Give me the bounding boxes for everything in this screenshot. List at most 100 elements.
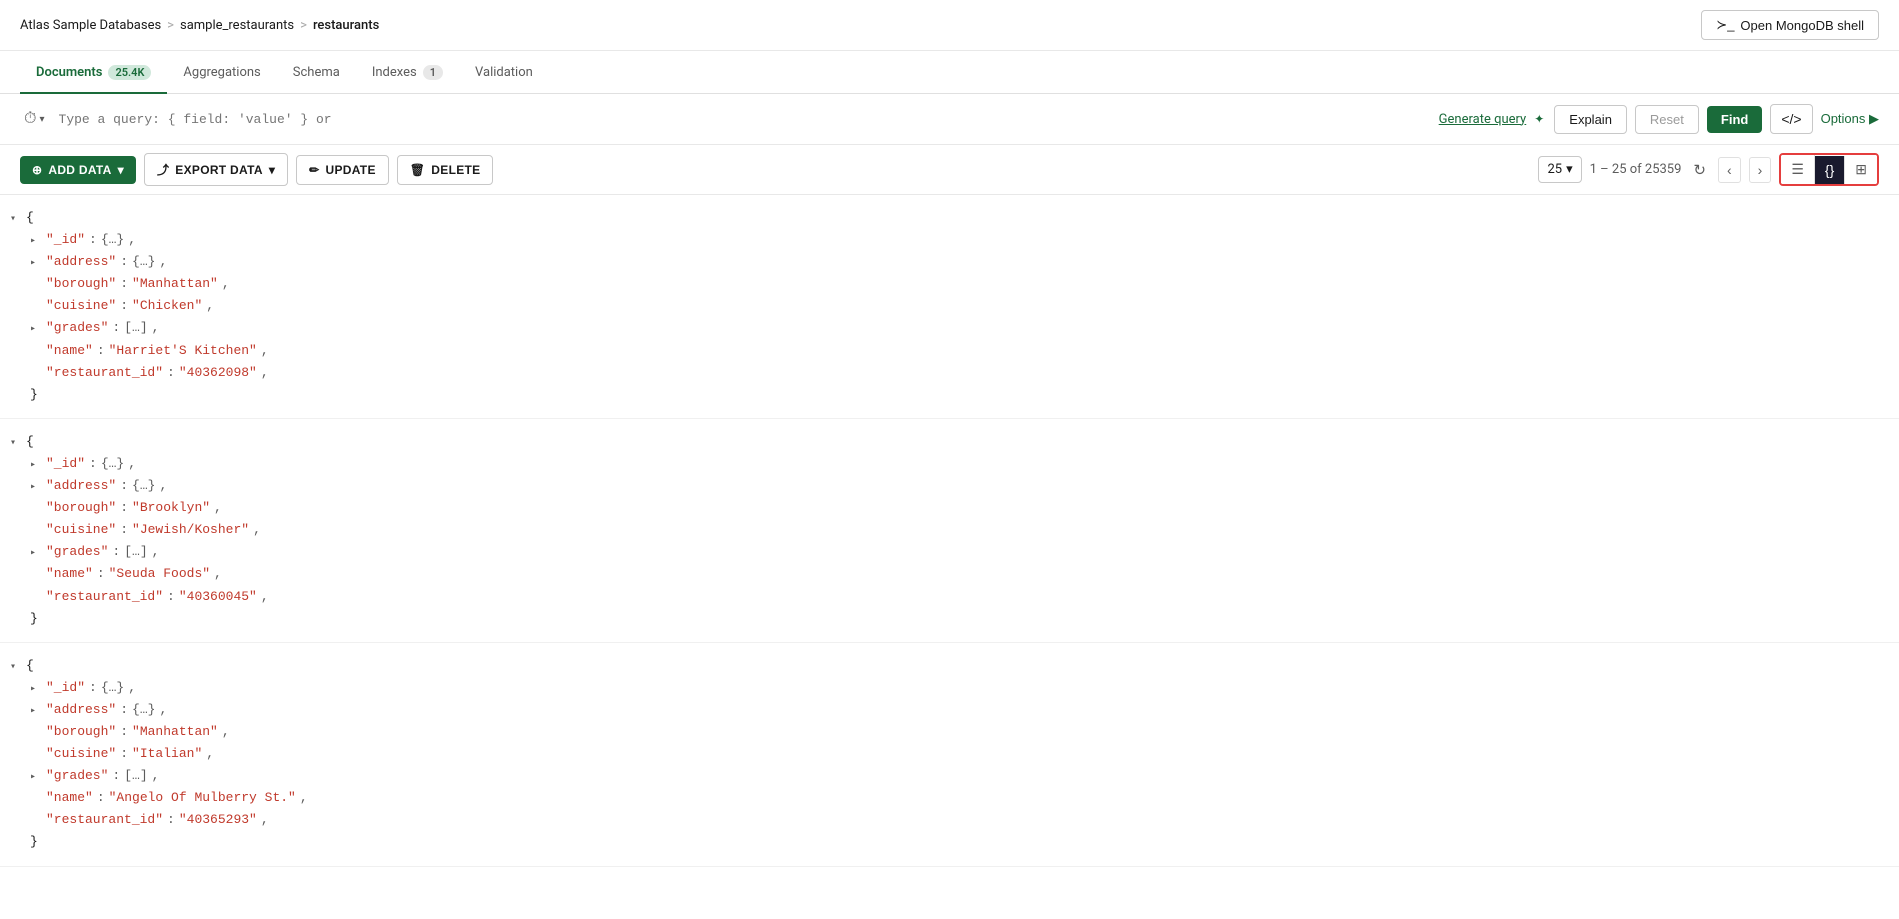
- breadcrumb-item-atlas[interactable]: Atlas Sample Databases: [20, 18, 161, 33]
- field-collapse-arrow[interactable]: ▸: [30, 479, 42, 496]
- table-icon: ⊞: [1855, 161, 1867, 177]
- doc-top-brace: ▾ {: [10, 431, 1879, 453]
- list-item: ▸ "grades": […],: [10, 317, 1879, 339]
- chevron-down-icon: ▾: [269, 163, 275, 177]
- field-collapse-arrow[interactable]: ▸: [30, 255, 42, 272]
- list-item: "cuisine": "Italian",: [10, 743, 1879, 765]
- list-item: ▸ "_id": {…},: [10, 453, 1879, 475]
- query-input[interactable]: [59, 112, 1431, 127]
- update-button[interactable]: ✏ UPDATE: [296, 155, 389, 185]
- list-item: "name": "Seuda Foods",: [10, 563, 1879, 585]
- table-row: ▾ { ▸ "_id": {…}, ▸ "address": {…}, "bor…: [0, 643, 1899, 867]
- list-item: "borough": "Manhattan",: [10, 721, 1879, 743]
- list-item: ▸ "address": {…},: [10, 475, 1879, 497]
- pagination-controls: 25 ▾ 1 – 25 of 25359 ↻ ‹ ›: [1538, 156, 1771, 183]
- field-collapse-arrow[interactable]: ▸: [30, 703, 42, 720]
- table-row: ▾ { ▸ "_id": {…}, ▸ "address": {…}, "bor…: [0, 419, 1899, 643]
- breadcrumb-sep-1: >: [167, 18, 174, 33]
- query-history-button[interactable]: ⏱ ▾: [20, 106, 49, 132]
- page-info: 1 – 25 of 25359: [1590, 162, 1682, 177]
- doc-top-brace: ▾ {: [10, 207, 1879, 229]
- collapse-arrow[interactable]: ▾: [10, 435, 22, 452]
- query-actions: Explain Reset Find </> Options ▶: [1554, 104, 1879, 134]
- field-collapse-arrow[interactable]: ▸: [30, 233, 42, 250]
- code-view-button[interactable]: </>: [1770, 104, 1812, 134]
- field-collapse-arrow[interactable]: ▸: [30, 545, 42, 562]
- list-item: ▸ "grades": […],: [10, 765, 1879, 787]
- chevron-down-icon: ▾: [1566, 162, 1573, 177]
- tab-documents[interactable]: Documents 25.4K: [20, 51, 167, 94]
- code-icon: </>: [1781, 111, 1801, 127]
- export-icon: ⤴: [157, 161, 169, 178]
- page-size-select[interactable]: 25 ▾: [1538, 156, 1581, 183]
- list-item: "restaurant_id": "40365293",: [10, 809, 1879, 831]
- collapse-arrow[interactable]: ▾: [10, 659, 22, 676]
- breadcrumb-item-sample-restaurants[interactable]: sample_restaurants: [180, 18, 294, 33]
- trash-icon: 🗑: [410, 163, 426, 177]
- list-item: ▸ "address": {…},: [10, 251, 1879, 273]
- tab-indexes[interactable]: Indexes 1: [356, 51, 459, 94]
- field-collapse-arrow[interactable]: ▸: [30, 321, 42, 338]
- add-data-button[interactable]: ⊕ ADD DATA ▾: [20, 156, 136, 184]
- chevron-down-icon: ▾: [118, 163, 124, 177]
- list-item: "restaurant_id": "40360045",: [10, 586, 1879, 608]
- list-item: "name": "Angelo Of Mulberry St.",: [10, 787, 1879, 809]
- json-icon: {}: [1825, 162, 1834, 178]
- refresh-button[interactable]: ↻: [1689, 157, 1710, 183]
- field-collapse-arrow[interactable]: ▸: [30, 681, 42, 698]
- plus-icon: ⊕: [32, 163, 42, 177]
- doc-close-brace: }: [10, 831, 1879, 853]
- document-list: ▾ { ▸ "_id": {…}, ▸ "address": {…}, "bor…: [0, 195, 1899, 894]
- list-item: "restaurant_id": "40362098",: [10, 362, 1879, 384]
- doc-close-brace: }: [10, 608, 1879, 630]
- toolbar: ⊕ ADD DATA ▾ ⤴ EXPORT DATA ▾ ✏ UPDATE 🗑 …: [0, 145, 1899, 195]
- pencil-icon: ✏: [309, 163, 319, 177]
- list-item: "cuisine": "Chicken",: [10, 295, 1879, 317]
- list-item: ▸ "grades": […],: [10, 541, 1879, 563]
- breadcrumb-bar: Atlas Sample Databases > sample_restaura…: [0, 0, 1899, 51]
- list-item: "borough": "Manhattan",: [10, 273, 1879, 295]
- export-data-button[interactable]: ⤴ EXPORT DATA ▾: [144, 153, 288, 186]
- breadcrumb-item-restaurants: restaurants: [313, 18, 379, 33]
- chevron-left-icon: ‹: [1727, 162, 1732, 178]
- list-item: "borough": "Brooklyn",: [10, 497, 1879, 519]
- open-mongodb-shell-button[interactable]: ≻_ Open MongoDB shell: [1701, 10, 1879, 40]
- query-input-wrap: Generate query ✦: [59, 112, 1545, 127]
- tabs-bar: Documents 25.4K Aggregations Schema Inde…: [0, 51, 1899, 94]
- json-view-button[interactable]: {}: [1815, 156, 1845, 184]
- list-item: "name": "Harriet'S Kitchen",: [10, 340, 1879, 362]
- clock-icon: ⏱: [24, 110, 36, 128]
- list-view-button[interactable]: ☰: [1781, 155, 1815, 184]
- generate-query-link[interactable]: Generate query: [1439, 112, 1527, 127]
- list-item: "cuisine": "Jewish/Kosher",: [10, 519, 1879, 541]
- tab-schema[interactable]: Schema: [277, 51, 356, 94]
- field-collapse-arrow[interactable]: ▸: [30, 769, 42, 786]
- list-item: ▸ "address": {…},: [10, 699, 1879, 721]
- chevron-down-icon: ▾: [39, 114, 44, 125]
- list-icon: ☰: [1791, 161, 1804, 177]
- doc-close-brace: }: [10, 384, 1879, 406]
- tab-validation[interactable]: Validation: [459, 51, 549, 94]
- doc-top-brace: ▾ {: [10, 655, 1879, 677]
- delete-button[interactable]: 🗑 DELETE: [397, 155, 494, 185]
- find-button[interactable]: Find: [1707, 106, 1762, 133]
- terminal-icon: ≻_: [1716, 17, 1734, 33]
- sparkle-icon: ✦: [1534, 112, 1544, 126]
- chevron-right-icon: ›: [1758, 162, 1763, 178]
- view-toggle: ☰ {} ⊞: [1779, 153, 1879, 186]
- options-button[interactable]: Options ▶: [1821, 111, 1879, 127]
- prev-page-button[interactable]: ‹: [1718, 157, 1741, 183]
- list-item: ▸ "_id": {…},: [10, 229, 1879, 251]
- next-page-button[interactable]: ›: [1749, 157, 1772, 183]
- table-view-button[interactable]: ⊞: [1845, 155, 1877, 184]
- explain-button[interactable]: Explain: [1554, 105, 1627, 134]
- refresh-icon: ↻: [1693, 162, 1706, 179]
- field-collapse-arrow[interactable]: ▸: [30, 457, 42, 474]
- list-item: ▸ "_id": {…},: [10, 677, 1879, 699]
- breadcrumb-sep-2: >: [300, 18, 307, 33]
- query-bar: ⏱ ▾ Generate query ✦ Explain Reset Find …: [0, 94, 1899, 145]
- collapse-arrow[interactable]: ▾: [10, 211, 22, 228]
- reset-button[interactable]: Reset: [1635, 105, 1699, 134]
- table-row: ▾ { ▸ "_id": {…}, ▸ "address": {…}, "bor…: [0, 195, 1899, 419]
- tab-aggregations[interactable]: Aggregations: [167, 51, 276, 94]
